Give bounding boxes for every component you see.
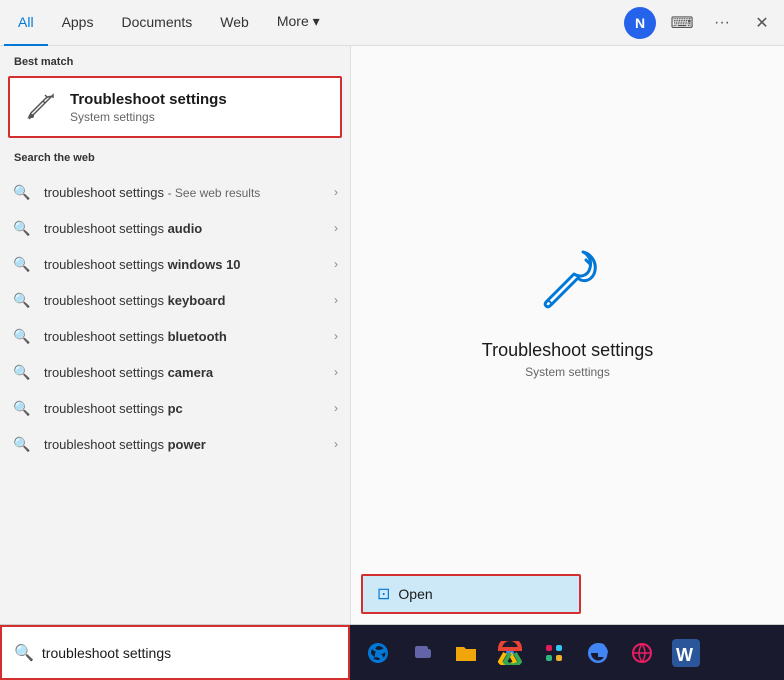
search-icon: 🔍: [12, 182, 32, 202]
avatar[interactable]: N: [624, 7, 656, 39]
chevron-right-icon: ›: [334, 185, 338, 199]
list-item[interactable]: 🔍 troubleshoot settings windows 10 ›: [0, 246, 350, 282]
result-text: troubleshoot settings pc: [44, 401, 334, 416]
top-nav: All Apps Documents Web More ▾ N ⌨ ··· ✕: [0, 0, 784, 46]
taskbar-teams-icon[interactable]: [402, 633, 442, 673]
search-web-label: Search the web: [0, 142, 350, 168]
nav-icons: N ⌨ ··· ✕: [624, 5, 780, 41]
best-match-text: Troubleshoot settings System settings: [70, 91, 227, 124]
search-icon: 🔍: [12, 434, 32, 454]
list-item[interactable]: 🔍 troubleshoot settings - See web result…: [0, 174, 350, 210]
search-icon: 🔍: [12, 398, 32, 418]
taskbar-explorer-icon[interactable]: [446, 633, 486, 673]
chevron-right-icon: ›: [334, 221, 338, 235]
bottom-bar: 🔍 troubleshoot settings: [0, 624, 784, 680]
preview-subtitle: System settings: [525, 365, 610, 379]
open-button[interactable]: ⊡ Open: [361, 574, 581, 614]
best-match-subtitle: System settings: [70, 110, 227, 124]
chevron-right-icon: ›: [334, 329, 338, 343]
preview-area: Troubleshoot settings System settings: [462, 46, 673, 574]
search-results: 🔍 troubleshoot settings - See web result…: [0, 174, 350, 462]
open-window-icon: ⊡: [377, 584, 390, 604]
main-content: Best match Troubleshoot settings System …: [0, 46, 784, 624]
best-match-item[interactable]: Troubleshoot settings System settings: [8, 76, 342, 138]
action-buttons: ⊡ Open: [351, 574, 784, 624]
search-icon: 🔍: [12, 254, 32, 274]
best-match-title: Troubleshoot settings: [70, 91, 227, 108]
result-text: troubleshoot settings windows 10: [44, 257, 334, 272]
more-button[interactable]: ···: [704, 5, 740, 41]
taskbar-google-icon[interactable]: [578, 633, 618, 673]
result-text: troubleshoot settings bluetooth: [44, 329, 334, 344]
open-label: Open: [398, 586, 432, 602]
taskbar-chrome-icon[interactable]: [490, 633, 530, 673]
preview-wrench-icon: [528, 242, 608, 322]
tab-web[interactable]: Web: [206, 0, 263, 46]
tab-all[interactable]: All: [4, 0, 48, 46]
list-item[interactable]: 🔍 troubleshoot settings power ›: [0, 426, 350, 462]
tab-apps[interactable]: Apps: [48, 0, 108, 46]
list-item[interactable]: 🔍 troubleshoot settings bluetooth ›: [0, 318, 350, 354]
taskbar-word-icon[interactable]: W: [666, 633, 706, 673]
right-panel: Troubleshoot settings System settings ⊡ …: [350, 46, 784, 624]
close-button[interactable]: ✕: [744, 5, 780, 41]
list-item[interactable]: 🔍 troubleshoot settings camera ›: [0, 354, 350, 390]
search-icon: 🔍: [12, 218, 32, 238]
search-icon: 🔍: [12, 362, 32, 382]
chevron-right-icon: ›: [334, 257, 338, 271]
left-panel: Best match Troubleshoot settings System …: [0, 46, 350, 624]
preview-title: Troubleshoot settings: [482, 340, 653, 361]
search-icon: 🔍: [12, 290, 32, 310]
wrench-icon: [22, 88, 60, 126]
result-text: troubleshoot settings - See web results: [44, 185, 334, 200]
taskbar-vpn-icon[interactable]: [622, 633, 662, 673]
taskbar: W: [350, 625, 784, 680]
tab-documents[interactable]: Documents: [107, 0, 206, 46]
taskbar-slack-icon[interactable]: [534, 633, 574, 673]
search-icon: 🔍: [12, 326, 32, 346]
tab-more[interactable]: More ▾: [263, 0, 334, 46]
svg-text:W: W: [676, 645, 693, 665]
list-item[interactable]: 🔍 troubleshoot settings pc ›: [0, 390, 350, 426]
chevron-right-icon: ›: [334, 365, 338, 379]
best-match-label: Best match: [0, 46, 350, 72]
search-query: troubleshoot settings: [42, 645, 171, 661]
chevron-right-icon: ›: [334, 437, 338, 451]
list-item[interactable]: 🔍 troubleshoot settings audio ›: [0, 210, 350, 246]
taskbar-edge-icon[interactable]: [358, 633, 398, 673]
chevron-right-icon: ›: [334, 401, 338, 415]
list-item[interactable]: 🔍 troubleshoot settings keyboard ›: [0, 282, 350, 318]
search-icon-bottom: 🔍: [14, 643, 34, 663]
chevron-right-icon: ›: [334, 293, 338, 307]
result-text: troubleshoot settings camera: [44, 365, 334, 380]
result-text: troubleshoot settings keyboard: [44, 293, 334, 308]
feedback-button[interactable]: ⌨: [664, 5, 700, 41]
result-text: troubleshoot settings power: [44, 437, 334, 452]
search-bar[interactable]: 🔍 troubleshoot settings: [0, 625, 350, 680]
result-text: troubleshoot settings audio: [44, 221, 334, 236]
